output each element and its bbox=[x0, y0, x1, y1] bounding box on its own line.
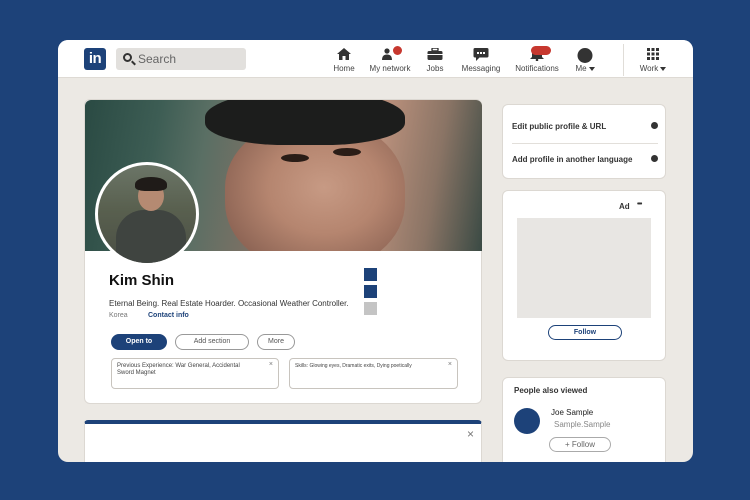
nav-notifications[interactable]: Notifications bbox=[513, 40, 561, 78]
search-input[interactable] bbox=[138, 51, 238, 67]
person-subtitle: Sample.Sample bbox=[554, 420, 611, 429]
profile-card: Kim Shin Eternal Being. Real Estate Hoar… bbox=[84, 99, 482, 404]
placeholder-square-icon bbox=[364, 302, 377, 315]
profile-links-card: Edit public profile & URL Add profile in… bbox=[502, 104, 666, 179]
avatar[interactable] bbox=[514, 408, 540, 434]
nav-label: Me bbox=[575, 64, 587, 73]
nav-jobs[interactable]: Jobs bbox=[422, 40, 448, 78]
open-to-button[interactable]: Open to bbox=[111, 334, 167, 350]
education-square-icon bbox=[364, 285, 377, 298]
chevron-down-icon bbox=[588, 66, 595, 71]
messaging-icon bbox=[473, 48, 489, 61]
top-nav: in Home My network Jobs Messaging Notifi… bbox=[58, 40, 693, 78]
search-box[interactable] bbox=[116, 48, 246, 70]
more-options-icon[interactable]: ••• bbox=[637, 201, 642, 208]
person-follow-button[interactable]: + Follow bbox=[549, 437, 611, 452]
close-icon[interactable]: × bbox=[269, 361, 273, 368]
more-button[interactable]: More bbox=[257, 334, 295, 350]
grid-icon bbox=[647, 48, 659, 60]
briefcase-icon bbox=[427, 48, 443, 60]
people-title: People also viewed bbox=[514, 386, 588, 395]
experience-square-icon bbox=[364, 268, 377, 281]
person-name[interactable]: Joe Sample bbox=[551, 408, 593, 417]
nav-label: Jobs bbox=[426, 64, 444, 73]
activity-card: × bbox=[84, 420, 482, 462]
nav-me[interactable]: Me bbox=[571, 40, 599, 78]
profile-headline: Eternal Being. Real Estate Hoarder. Occa… bbox=[109, 299, 349, 308]
dot-icon bbox=[651, 122, 658, 129]
ad-image[interactable] bbox=[517, 218, 651, 318]
nav-label: My network bbox=[369, 64, 411, 73]
home-icon bbox=[337, 48, 351, 60]
profile-name: Kim Shin bbox=[109, 272, 175, 289]
network-notification-dot bbox=[393, 46, 402, 55]
edit-public-profile-link[interactable]: Edit public profile & URL bbox=[512, 122, 606, 131]
skills-card[interactable]: Skills: Glowing eyes, Dramatic exits, Dy… bbox=[289, 358, 458, 389]
divider bbox=[512, 143, 658, 144]
nav-divider bbox=[623, 44, 624, 76]
nav-home[interactable]: Home bbox=[329, 40, 359, 78]
add-section-button[interactable]: Add section bbox=[175, 334, 249, 350]
nav-label: Home bbox=[333, 64, 355, 73]
experience-text: Previous Experience: War General, Accide… bbox=[117, 363, 240, 377]
nav-label: Work bbox=[639, 64, 659, 73]
app-window: in Home My network Jobs Messaging Notifi… bbox=[58, 40, 693, 462]
linkedin-logo[interactable]: in bbox=[84, 48, 106, 70]
experience-card[interactable]: Previous Experience: War General, Accide… bbox=[111, 358, 279, 389]
nav-label: Messaging bbox=[461, 64, 501, 73]
close-icon[interactable]: × bbox=[467, 428, 474, 440]
ad-follow-button[interactable]: Follow bbox=[548, 325, 622, 340]
profile-location: Korea bbox=[109, 312, 128, 319]
nav-messaging[interactable]: Messaging bbox=[461, 40, 501, 78]
avatar-icon bbox=[577, 48, 593, 63]
contact-info-link[interactable]: Contact info bbox=[148, 312, 189, 319]
search-icon bbox=[123, 53, 132, 62]
nav-my-network[interactable]: My network bbox=[366, 40, 414, 78]
dot-icon bbox=[651, 155, 658, 162]
nav-label: Notifications bbox=[515, 64, 559, 73]
chevron-down-icon bbox=[660, 66, 667, 71]
notifications-badge bbox=[531, 46, 551, 55]
close-icon[interactable]: × bbox=[448, 361, 452, 368]
ad-card: Ad ••• Follow bbox=[502, 190, 666, 361]
ad-label: Ad bbox=[619, 202, 630, 211]
nav-work[interactable]: Work bbox=[636, 40, 670, 78]
add-language-profile-link[interactable]: Add profile in another language bbox=[512, 155, 632, 164]
profile-photo[interactable] bbox=[95, 162, 199, 266]
skills-text: Skills: Glowing eyes, Dramatic exits, Dy… bbox=[295, 363, 412, 369]
people-also-viewed-card: People also viewed Joe Sample Sample.Sam… bbox=[502, 377, 666, 462]
